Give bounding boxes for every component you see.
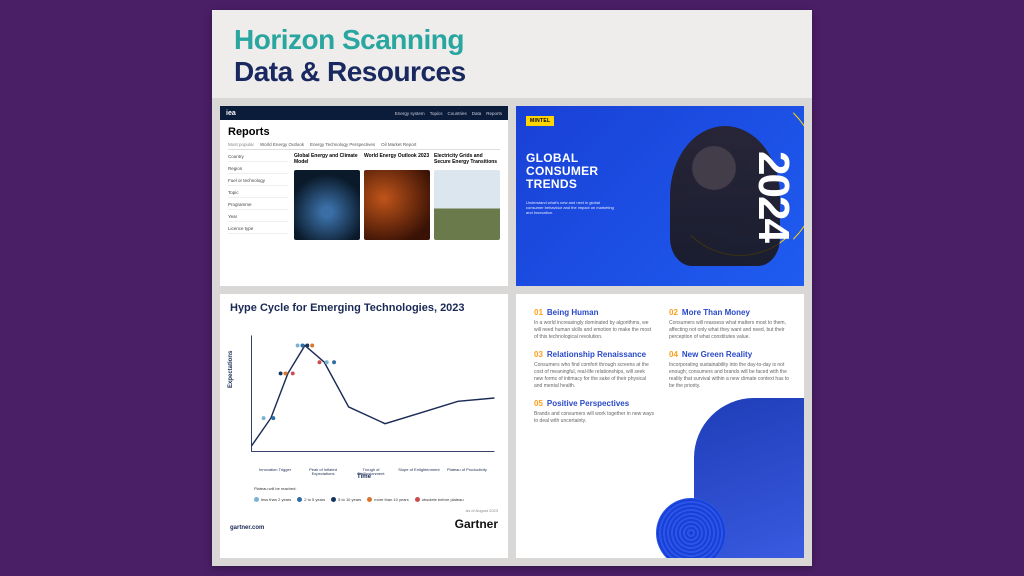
gartner-footer: gartner.com Gartner xyxy=(230,517,498,531)
report-title: Electricity Grids and Secure Energy Tran… xyxy=(434,154,500,170)
trend-item: 03 Relationship Renaissance Consumers who… xyxy=(534,350,655,389)
legend-text: more than 10 years xyxy=(374,497,408,502)
legend-item: 2 to 5 years xyxy=(297,497,325,502)
nav-item[interactable]: Energy system xyxy=(395,111,425,116)
trend-item: 01 Being Human In a world increasingly do… xyxy=(534,308,655,340)
legend-item: less than 2 years xyxy=(254,497,291,502)
trend-item: 05 Positive Perspectives Brands and consu… xyxy=(534,399,655,425)
report-thumb xyxy=(294,170,360,240)
legend-title: Plateau will be reached: xyxy=(254,486,498,491)
nav-item[interactable]: Reports xyxy=(486,111,502,116)
phase-labels: Innovation Trigger Peak of Inflated Expe… xyxy=(230,468,498,477)
iea-nav: Energy system Topics Countries Data Repo… xyxy=(395,111,502,116)
report-title: World Energy Outlook 2023 xyxy=(364,154,430,170)
legend-item: more than 10 years xyxy=(367,497,408,502)
legend-asof: As of August 2023 xyxy=(466,508,498,513)
report-card[interactable]: World Energy Outlook 2023 xyxy=(364,154,430,240)
chart-legend: Plateau will be reached: less than 2 yea… xyxy=(230,486,498,513)
trend-item: 04 New Green Reality Incorporating sustai… xyxy=(669,350,790,389)
tab[interactable]: Energy Technology Perspectives xyxy=(310,142,375,147)
trend-num: 02 xyxy=(669,308,678,317)
mintel-card[interactable]: MINTEL GLOBAL CONSUMER TRENDS Understand… xyxy=(516,106,804,286)
mintel-badge: MINTEL xyxy=(526,116,554,126)
trend-num: 03 xyxy=(534,350,543,359)
mintel-title-3: TRENDS xyxy=(526,178,650,191)
report-card[interactable]: Global Energy and Climate Model xyxy=(294,154,360,240)
tab-label: Most popular xyxy=(228,142,254,147)
legend-item: obsolete before plateau xyxy=(415,497,464,502)
filter[interactable]: Country xyxy=(228,154,288,162)
phase: Slope of Enlightenment xyxy=(398,468,440,477)
nav-item[interactable]: Topics xyxy=(430,111,443,116)
nav-item[interactable]: Data xyxy=(472,111,482,116)
mintel-graphic: 2024 xyxy=(660,106,804,286)
card-grid: iea Energy system Topics Countries Data … xyxy=(212,98,812,566)
legend-text: obsolete before plateau xyxy=(422,497,464,502)
slide: Horizon Scanning Data & Resources iea En… xyxy=(212,10,812,566)
gartner-url[interactable]: gartner.com xyxy=(230,525,264,531)
legend-text: 2 to 5 years xyxy=(304,497,325,502)
filter[interactable]: Region xyxy=(228,166,288,174)
iea-report-list: Global Energy and Climate Model World En… xyxy=(294,154,500,240)
tab[interactable]: World Energy Outlook xyxy=(260,142,304,147)
report-thumb xyxy=(434,170,500,240)
iea-navbar: iea Energy system Topics Countries Data … xyxy=(220,106,508,120)
slide-header: Horizon Scanning Data & Resources xyxy=(212,10,812,98)
mintel-title: GLOBAL CONSUMER TRENDS xyxy=(526,152,650,192)
mintel-text: MINTEL GLOBAL CONSUMER TRENDS Understand… xyxy=(516,106,660,286)
filter[interactable]: Topic xyxy=(228,190,288,198)
legend-text: less than 2 years xyxy=(261,497,291,502)
trend-desc: Consumers who find comfort through scree… xyxy=(534,362,655,389)
gartner-title: Hype Cycle for Emerging Technologies, 20… xyxy=(230,302,498,314)
trend-item: 02 More Than Money Consumers will reasses… xyxy=(669,308,790,340)
trend-name: New Green Reality xyxy=(682,350,752,359)
y-axis-label: Expectations xyxy=(228,351,234,388)
trend-name: Positive Perspectives xyxy=(547,399,629,408)
iea-reports-card[interactable]: iea Energy system Topics Countries Data … xyxy=(220,106,508,286)
iea-logo: iea xyxy=(226,110,236,117)
filter[interactable]: Year xyxy=(228,214,288,222)
title-line-2: Data & Resources xyxy=(234,56,790,88)
trend-num: 04 xyxy=(669,350,678,359)
report-card[interactable]: Electricity Grids and Secure Energy Tran… xyxy=(434,154,500,240)
tab[interactable]: Oil Market Report xyxy=(381,142,416,147)
report-title: Global Energy and Climate Model xyxy=(294,154,360,170)
iea-tabs: Most popular World Energy Outlook Energy… xyxy=(228,142,500,150)
trends-card[interactable]: 01 Being Human In a world increasingly do… xyxy=(516,294,804,558)
title-line-1: Horizon Scanning xyxy=(234,24,790,56)
trend-name: Being Human xyxy=(547,308,599,317)
legend-text: 5 to 10 years xyxy=(338,497,361,502)
hype-cycle-chart: Expectations Innovation Trigger Peak of … xyxy=(230,318,498,478)
filter[interactable]: Licence type xyxy=(228,226,288,234)
iea-page-title: Reports xyxy=(228,126,500,138)
iea-body: Reports Most popular World Energy Outloo… xyxy=(220,120,508,246)
nav-item[interactable]: Countries xyxy=(447,111,466,116)
phase: Innovation Trigger xyxy=(254,468,296,477)
iea-filters: Country Region Fuel or technology Topic … xyxy=(228,154,288,240)
report-thumb xyxy=(364,170,430,240)
chart-svg xyxy=(230,318,498,478)
filter[interactable]: Programme xyxy=(228,202,288,210)
mintel-year: 2024 xyxy=(748,151,798,241)
phase: Trough of Disillusionment xyxy=(350,468,392,477)
filter[interactable]: Fuel or technology xyxy=(228,178,288,186)
phase: Plateau of Productivity xyxy=(446,468,488,477)
phase: Peak of Inflated Expectations xyxy=(302,468,344,477)
mintel-subtitle: Understand what's new and next in global… xyxy=(526,200,616,216)
gartner-card[interactable]: Hype Cycle for Emerging Technologies, 20… xyxy=(220,294,508,558)
gartner-brand: Gartner xyxy=(455,517,498,531)
trend-desc: Brands and consumers will work together … xyxy=(534,411,655,425)
trend-name: Relationship Renaissance xyxy=(547,350,646,359)
legend-item: 5 to 10 years xyxy=(331,497,361,502)
trend-desc: In a world increasingly dominated by alg… xyxy=(534,320,655,340)
trend-num: 05 xyxy=(534,399,543,408)
trend-desc: Consumers will reassess what matters mos… xyxy=(669,320,790,340)
trend-num: 01 xyxy=(534,308,543,317)
trend-desc: Incorporating sustainability into the da… xyxy=(669,362,790,389)
trend-name: More Than Money xyxy=(682,308,750,317)
